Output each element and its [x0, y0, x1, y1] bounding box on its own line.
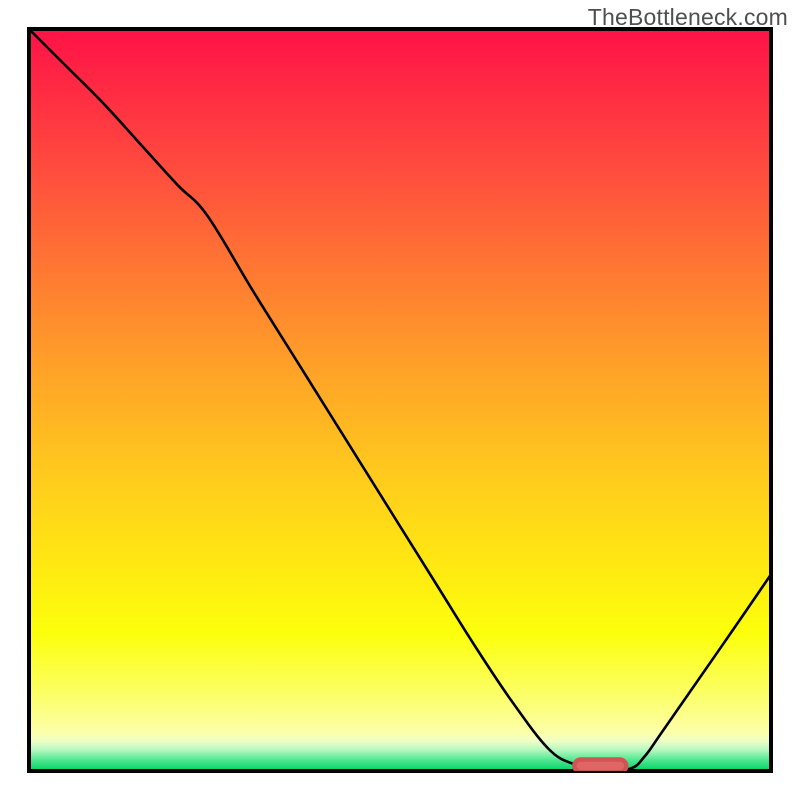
valley-marker — [574, 759, 626, 771]
chart-svg — [29, 29, 771, 771]
plot-area — [29, 29, 771, 771]
chart-canvas: TheBottleneck.com — [0, 0, 800, 800]
watermark-text: TheBottleneck.com — [588, 4, 788, 31]
bottleneck-curve — [29, 29, 771, 770]
